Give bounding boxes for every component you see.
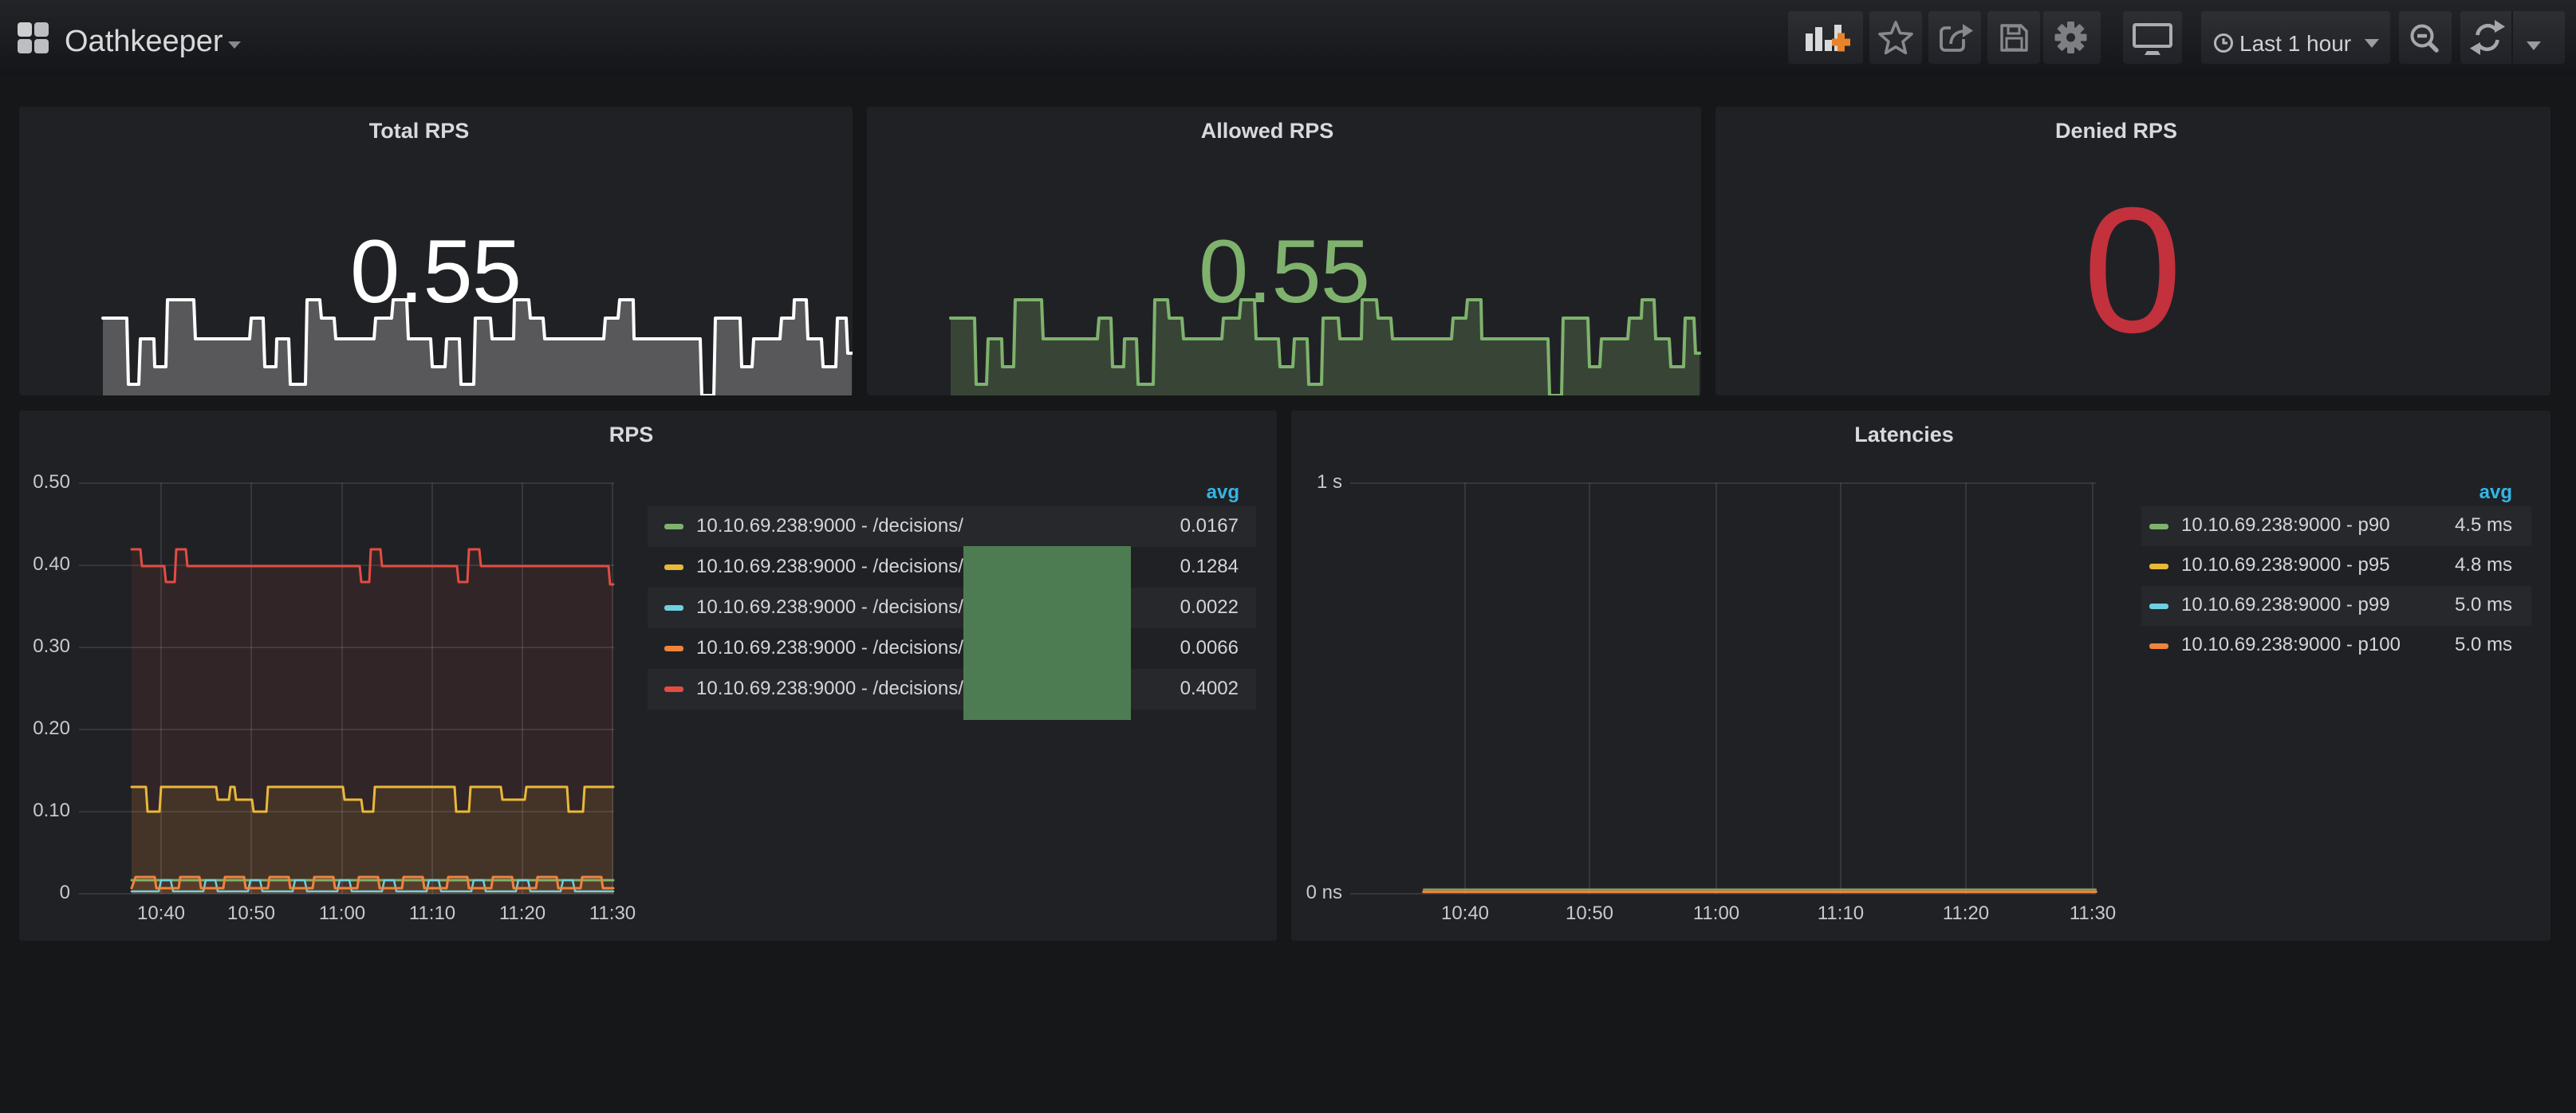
svg-text:Last 1 hour: Last 1 hour [2239, 31, 2351, 56]
